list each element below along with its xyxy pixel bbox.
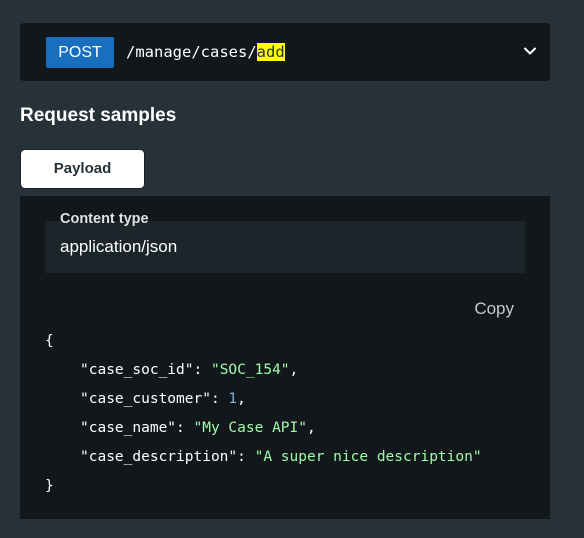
code-line: "case_soc_id": "SOC_154",	[45, 356, 482, 385]
code-colon: :	[176, 420, 194, 436]
request-samples-heading: Request samples	[20, 105, 177, 126]
endpoint-header[interactable]: POST /manage/cases/add	[20, 23, 550, 81]
tab-payload[interactable]: Payload	[20, 149, 145, 189]
code-trailing: ,	[237, 391, 246, 407]
code-line: "case_description": "A super nice descri…	[45, 443, 482, 472]
code-colon: :	[193, 362, 211, 378]
request-sample-panel: Content type application/json Copy { "ca…	[20, 196, 550, 519]
code-key: "case_description"	[80, 449, 238, 465]
code-value: "My Case API"	[193, 420, 308, 436]
code-trailing: ,	[289, 362, 299, 378]
content-type-value: application/json	[60, 237, 178, 256]
code-body: "case_soc_id": "SOC_154", "case_customer"…	[45, 356, 482, 472]
code-value: "SOC_154"	[210, 362, 290, 378]
code-key: "case_name"	[80, 420, 177, 436]
code-sample: { "case_soc_id": "SOC_154", "case_custome…	[45, 327, 482, 501]
endpoint-path: /manage/cases/add	[126, 41, 285, 63]
code-key: "case_soc_id"	[80, 362, 194, 378]
content-type-label: Content type	[60, 211, 149, 227]
endpoint-path-highlight: add	[256, 43, 285, 61]
code-colon: :	[237, 449, 255, 465]
endpoint-path-prefix: /manage/cases/	[126, 43, 257, 61]
code-open-brace: {	[45, 333, 54, 349]
code-key: "case_customer"	[80, 391, 211, 407]
code-colon: :	[210, 391, 229, 407]
copy-button[interactable]: Copy	[474, 298, 514, 320]
code-value: "A super nice description"	[254, 449, 482, 465]
chevron-down-icon[interactable]	[522, 43, 538, 59]
code-line: "case_customer": 1,	[45, 385, 482, 414]
code-trailing: ,	[307, 420, 316, 436]
code-line: "case_name": "My Case API",	[45, 414, 482, 443]
code-close-brace: }	[45, 478, 54, 494]
code-value: 1	[228, 391, 238, 407]
http-method-badge: POST	[46, 37, 114, 68]
